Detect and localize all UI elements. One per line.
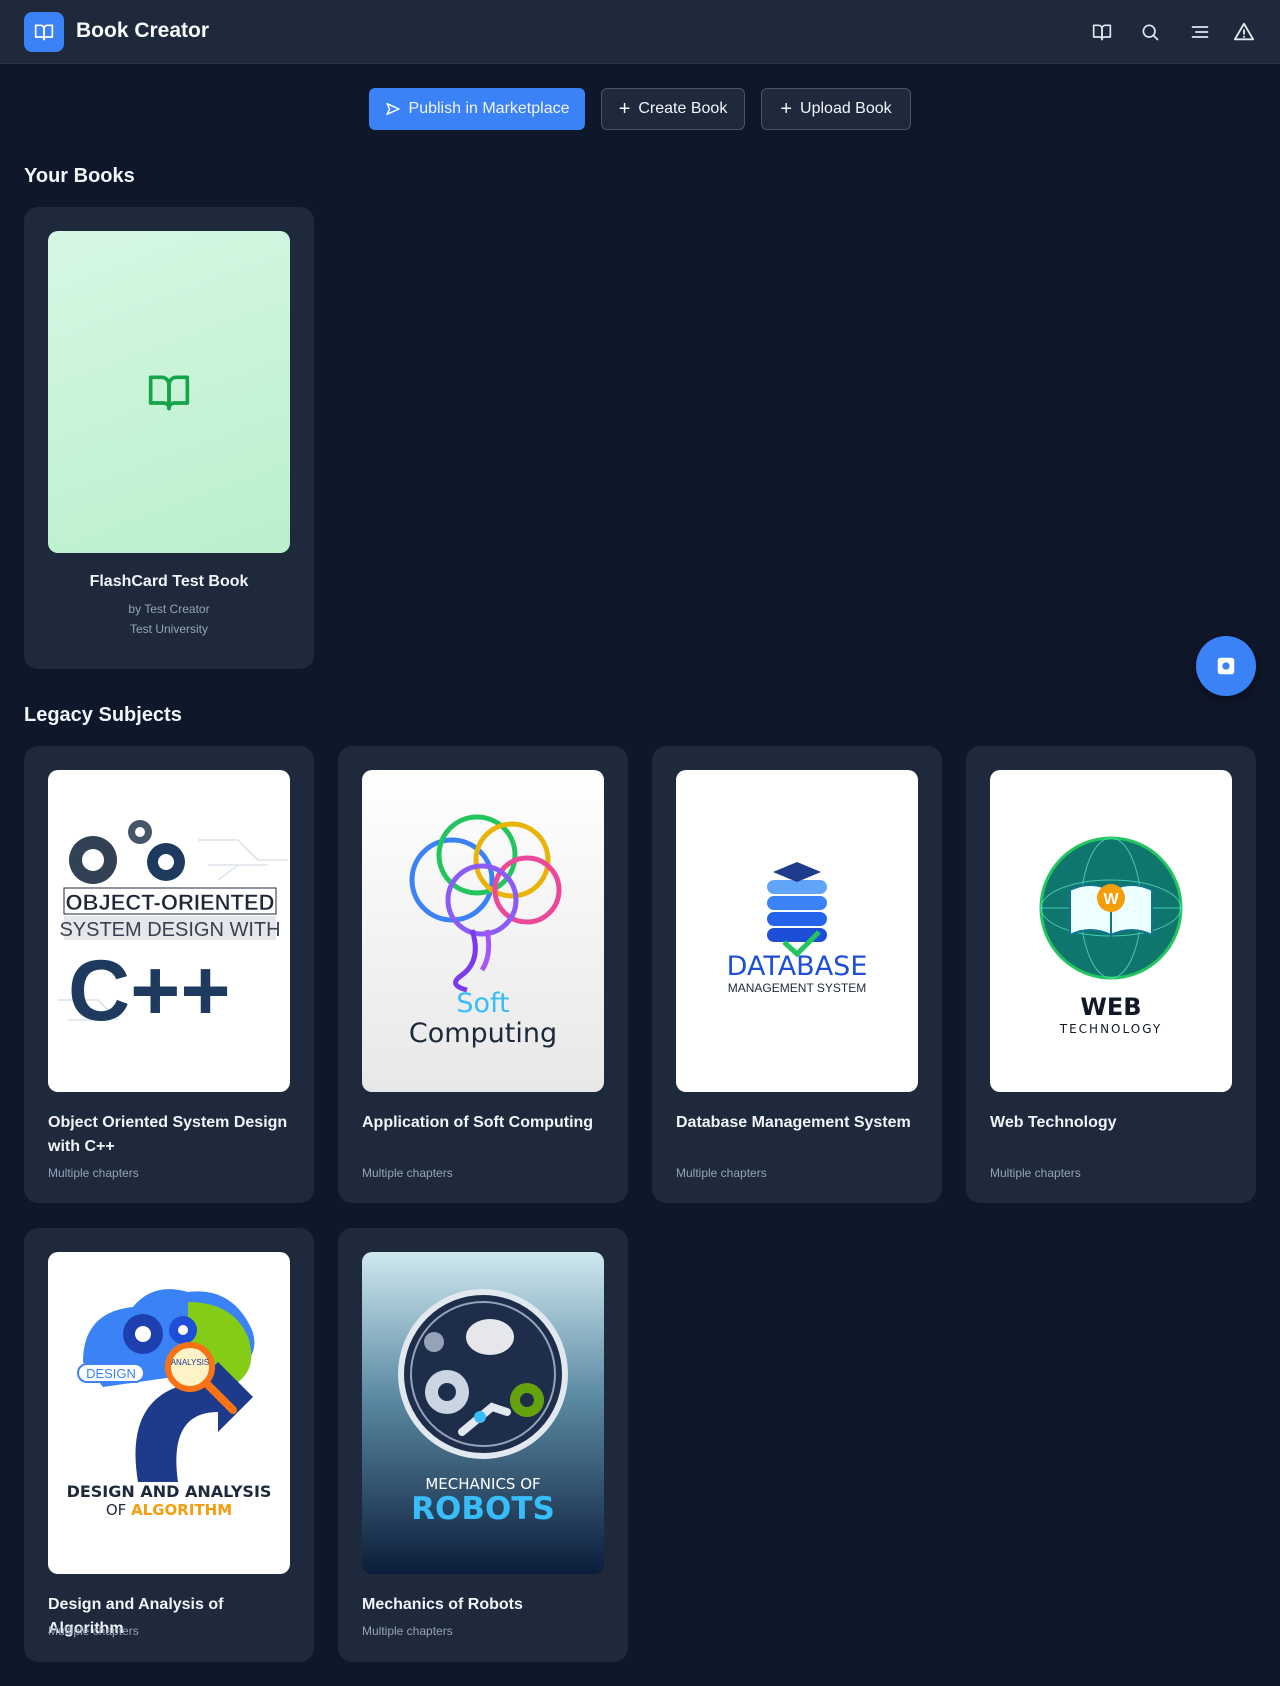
cover-text-line2: SYSTEM DESIGN WITH (59, 919, 280, 941)
book-open-icon (34, 24, 54, 41)
upload-label: Upload Book (800, 100, 892, 117)
cover-text-mgmt: MANAGEMENT SYSTEM (728, 981, 866, 995)
subject-meta: Multiple chapters (362, 1624, 453, 1638)
cover-text-of: OF (106, 1501, 126, 1519)
book-author: by Test Creator (128, 602, 210, 616)
send-icon (385, 102, 400, 116)
subject-meta: Multiple chapters (990, 1166, 1081, 1180)
subject-cover: DESIGN ANALYSIS DESIGN AND ANALYSIS OF A… (48, 1252, 290, 1574)
subject-title: Mechanics of Robots (362, 1596, 523, 1613)
search-icon[interactable] (1138, 20, 1162, 44)
book-card-flashcard[interactable]: FlashCard Test Book by Test Creator Test… (24, 207, 314, 669)
camera-icon (1217, 657, 1235, 675)
cover-text-technology: TECHNOLOGY (1059, 1022, 1162, 1036)
subject-meta: Multiple chapters (676, 1166, 767, 1180)
cover-text-design-badge: DESIGN (86, 1366, 136, 1381)
create-label: Create Book (638, 100, 728, 117)
subject-meta: Multiple chapters (48, 1624, 139, 1638)
subject-card-mechanics-robots[interactable]: MECHANICS OF ROBOTS Mechanics of Robots … (338, 1228, 628, 1662)
book-open-icon[interactable] (1090, 20, 1114, 44)
your-books-heading: Your Books (24, 165, 135, 187)
legacy-subjects-heading: Legacy Subjects (24, 704, 182, 726)
svg-text:W: W (1103, 891, 1119, 908)
subject-meta: Multiple chapters (362, 1166, 453, 1180)
subject-cover: MECHANICS OF ROBOTS (362, 1252, 604, 1574)
menu-icon[interactable] (1188, 20, 1212, 44)
subject-title: Application of Soft Computing (362, 1114, 594, 1131)
subject-cover: OBJECT-ORIENTED SYSTEM DESIGN WITH C++ (48, 770, 290, 1092)
cover-text-line1: OBJECT-ORIENTED (65, 890, 274, 915)
book-title: FlashCard Test Book (89, 573, 249, 590)
subject-card-daa[interactable]: DESIGN ANALYSIS DESIGN AND ANALYSIS OF A… (24, 1228, 314, 1662)
subject-card-web-technology[interactable]: W WEB TECHNOLOGY Web Technology Multiple… (966, 746, 1256, 1203)
cover-text-cpp: C++ (68, 943, 231, 1039)
svg-text:OF ALGORITHM: OF ALGORITHM (106, 1501, 232, 1519)
alert-triangle-icon[interactable] (1232, 20, 1256, 44)
book-institution: Test University (129, 622, 209, 636)
subject-title: Object Oriented System Design with C++ (48, 1114, 288, 1155)
subject-meta: Multiple chapters (48, 1166, 139, 1180)
upload-book-button[interactable]: + Upload Book (761, 88, 911, 130)
create-book-button[interactable]: + Create Book (601, 88, 745, 130)
cover-text-computing: Computing (409, 1018, 557, 1049)
cover-text-analysis-badge: ANALYSIS (171, 1358, 210, 1367)
plus-icon: + (780, 98, 793, 120)
subject-card-soft-computing[interactable]: Soft Computing Application of Soft Compu… (338, 746, 628, 1203)
publish-label: Publish in Marketplace (408, 100, 570, 117)
subject-cover: Soft Computing (362, 770, 604, 1092)
logo[interactable] (24, 12, 64, 52)
cover-text-soft: Soft (456, 988, 509, 1019)
subject-card-oosd-cpp[interactable]: OBJECT-ORIENTED SYSTEM DESIGN WITH C++ O… (24, 746, 314, 1203)
book-cover (48, 231, 290, 553)
cover-text-robots: ROBOTS (411, 1491, 555, 1527)
book-open-icon (148, 375, 190, 411)
subject-title: Database Management System (676, 1114, 911, 1131)
plus-icon: + (618, 98, 631, 120)
cover-text-database: DATABASE (727, 951, 868, 982)
camera-fab-button[interactable] (1196, 636, 1256, 696)
cover-text-web: WEB (1080, 993, 1141, 1021)
app-title: Book Creator (76, 19, 210, 42)
subject-cover: W WEB TECHNOLOGY (990, 770, 1232, 1092)
cover-text-algorithm: ALGORITHM (131, 1501, 232, 1519)
app-header: Book Creator (0, 0, 1280, 64)
subject-card-dbms[interactable]: DATABASE MANAGEMENT SYSTEM Database Mana… (652, 746, 942, 1203)
subject-title: Web Technology (990, 1114, 1117, 1131)
subject-cover: DATABASE MANAGEMENT SYSTEM (676, 770, 918, 1092)
cover-text-daa-line1: DESIGN AND ANALYSIS (67, 1482, 272, 1501)
publish-marketplace-button[interactable]: Publish in Marketplace (369, 88, 585, 130)
